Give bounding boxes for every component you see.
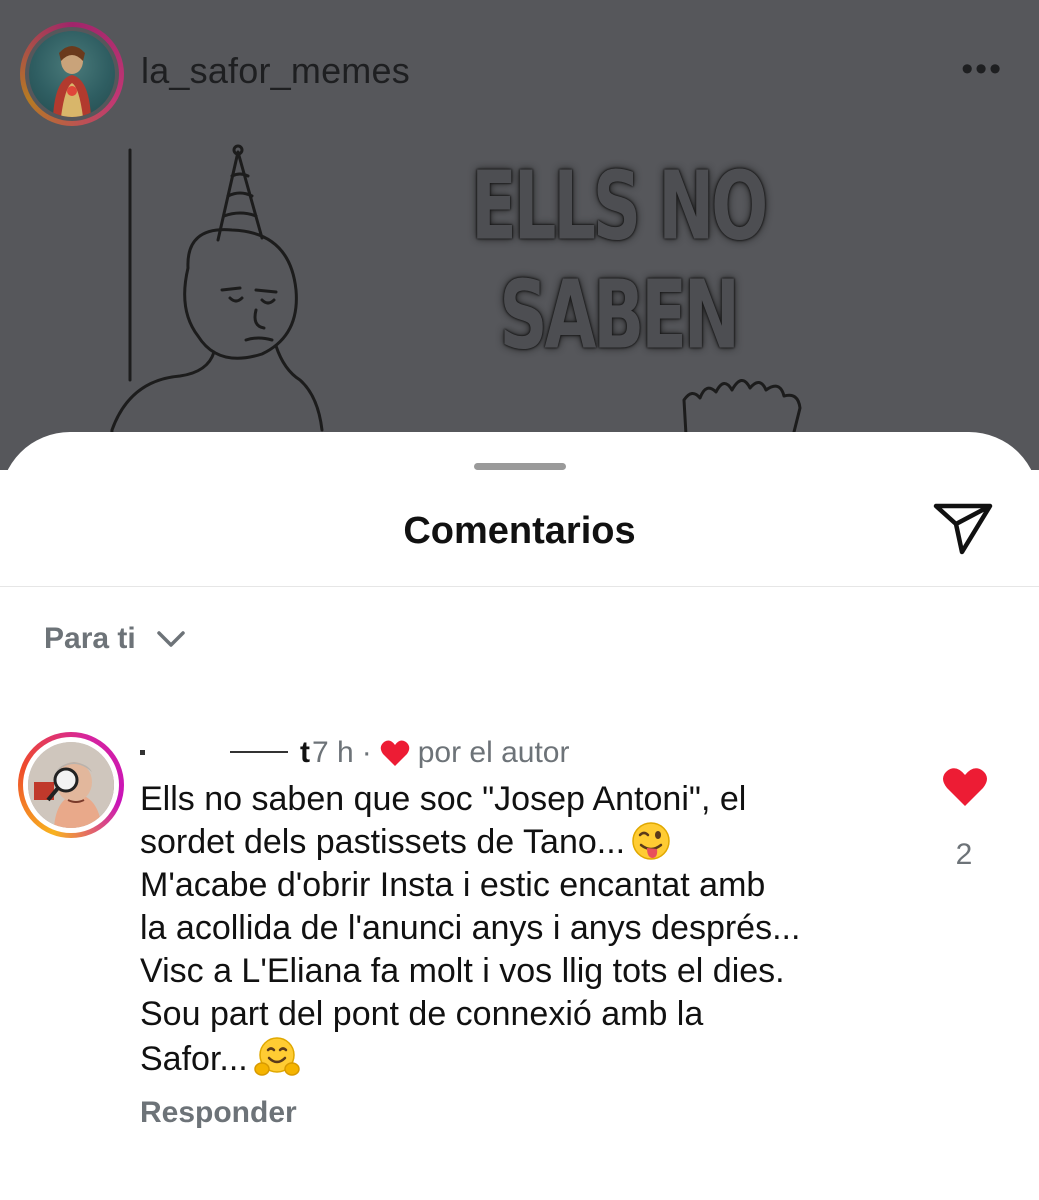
comment-line-with-emoji: sordet dels pastissets de Tano... (140, 821, 920, 864)
comment-meta: t 7 h · por el autor (140, 736, 569, 770)
comment-line: Visc a L'Eliana fa molt i vos llig tots … (140, 952, 785, 990)
comment-line: Safor... (140, 1040, 248, 1078)
post-author-avatar[interactable] (20, 22, 124, 126)
sheet-drag-handle[interactable] (474, 463, 566, 470)
meme-caption: ELLS NO SABEN (471, 152, 768, 371)
post-background: la_safor_memes ••• ELLS NO SABEN (0, 0, 1039, 470)
redacted-username-line (230, 751, 288, 753)
comment-line: M'acabe d'obrir Insta i estic encantat a… (140, 866, 766, 904)
paper-plane-icon[interactable] (932, 500, 994, 556)
post-image: ELLS NO SABEN (0, 140, 1039, 470)
header-divider (0, 586, 1039, 587)
username-visible-part: t (300, 736, 310, 769)
chevron-down-icon (156, 631, 185, 647)
redacted-username (140, 750, 145, 755)
reply-button[interactable]: Responder (140, 1096, 297, 1130)
winking-tongue-emoji-icon (632, 822, 670, 860)
heart-icon (380, 740, 409, 766)
commenter-avatar[interactable] (18, 732, 124, 838)
post-author-username[interactable]: la_safor_memes (141, 50, 410, 92)
comment-text: Ells no saben que soc "Josep Antoni", el… (140, 778, 920, 1081)
sheet-title: Comentarios (403, 510, 636, 552)
like-count: 2 (955, 838, 973, 871)
more-options-icon[interactable]: ••• (961, 52, 1003, 86)
filter-label: Para ti (44, 622, 136, 655)
comment-line: Ells no saben que soc "Josep Antoni", el (140, 780, 747, 818)
comment-line: Sou part del pont de connexió amb la (140, 995, 704, 1033)
like-heart-icon[interactable] (942, 766, 988, 808)
post-header: la_safor_memes ••• (0, 0, 1039, 140)
comment-line-with-emoji: Safor... (140, 1036, 920, 1081)
hugging-face-emoji-icon (253, 1037, 300, 1076)
commenter-username[interactable]: t (140, 736, 310, 769)
comments-sheet: Comentarios Para ti t 7 h · por el autor… (0, 432, 1039, 1200)
comment-time: 7 h (312, 736, 354, 769)
comment-line: la acollida de l'anunci anys i anys desp… (140, 909, 801, 947)
meta-separator: · (361, 736, 372, 769)
liked-by-author-label: por el autor (417, 736, 570, 769)
comment-line: sordet dels pastissets de Tano... (140, 823, 626, 861)
comment-filter-dropdown[interactable]: Para ti (44, 622, 186, 656)
